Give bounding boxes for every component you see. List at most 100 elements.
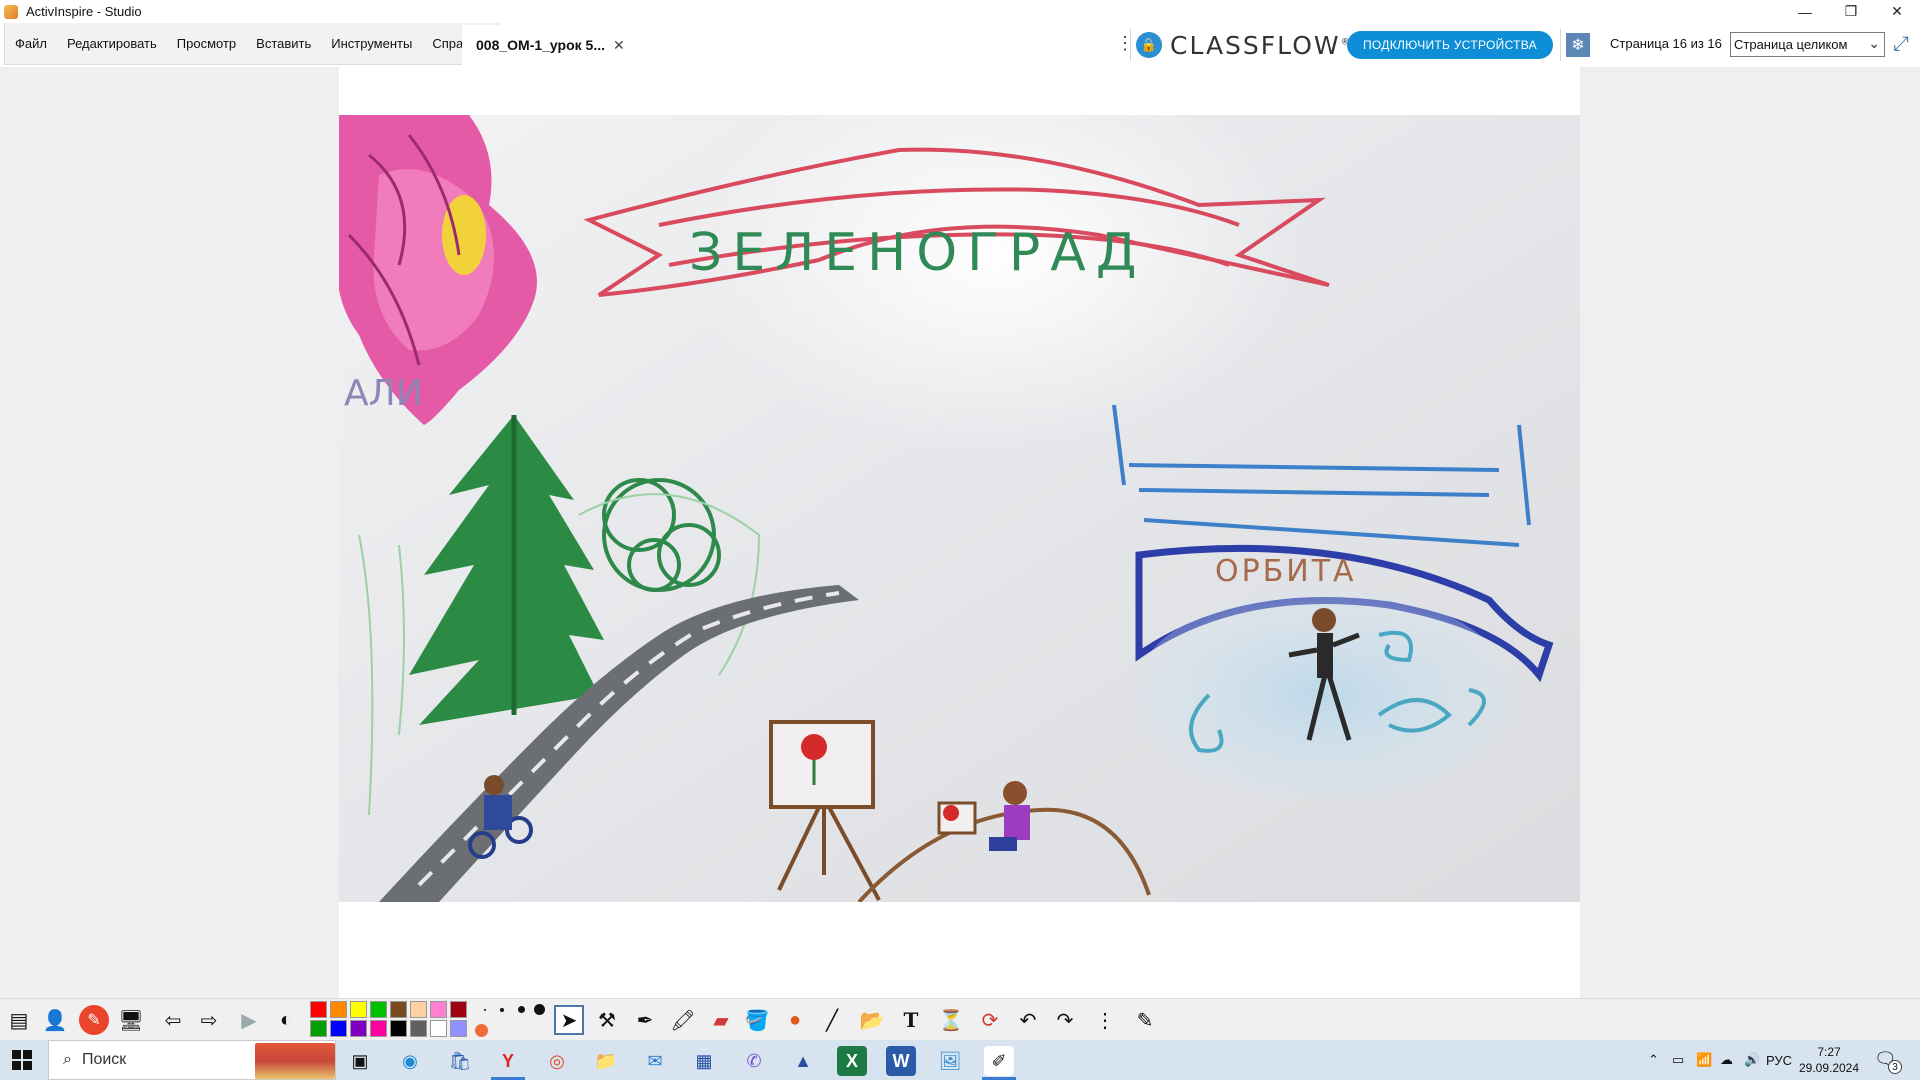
select-tool-icon[interactable]: ➤ [554, 1005, 584, 1035]
word-icon[interactable]: W [886, 1046, 916, 1076]
chrome-icon[interactable]: ◎ [542, 1046, 572, 1076]
color-swatch[interactable] [450, 1001, 467, 1018]
taskbar-search-input[interactable]: ⌕ Поиск [48, 1040, 336, 1080]
windows-start-icon[interactable] [12, 1050, 32, 1070]
next-page-icon[interactable]: ⇨ [194, 1005, 224, 1035]
mail-icon[interactable]: ✉ [640, 1046, 670, 1076]
eraser-icon[interactable]: ▰ [706, 1005, 736, 1035]
tools-icon[interactable]: ⚒ [592, 1005, 622, 1035]
banner-text: ЗЕЛЕНОГРАД [689, 223, 1146, 283]
zoom-select-value: Страница целиком [1734, 37, 1848, 52]
window-title: ActivInspire - Studio [26, 4, 142, 19]
fill-icon[interactable]: 🪣 [742, 1005, 772, 1035]
windows-taskbar: ⌕ Поиск ▣ ◉ 🛍 Y ◎ 📁 ✉ ▦ ✆ ▲ X W 🖼 ✐ ⌃ ▭ … [0, 1040, 1920, 1080]
color-swatch[interactable] [370, 1001, 387, 1018]
toolbox-more-icon[interactable]: ⋮ [1090, 1005, 1120, 1035]
volume-icon[interactable]: 🔊 [1744, 1040, 1760, 1080]
resource-folder-icon[interactable]: 📂 [857, 1005, 887, 1035]
color-swatch[interactable] [310, 1001, 327, 1018]
pen-tool-icon[interactable]: ✎ [79, 1005, 109, 1035]
edge-browser-icon[interactable]: ◉ [395, 1046, 425, 1076]
color-swatch[interactable] [430, 1020, 447, 1037]
activinspire-taskbar-icon[interactable]: ▲ [788, 1046, 818, 1076]
device-icon[interactable]: ▭ [1672, 1040, 1684, 1080]
menu-tools[interactable]: Инструменты [321, 36, 422, 51]
viber-icon[interactable]: ✆ [739, 1046, 769, 1076]
color-swatch[interactable] [350, 1020, 367, 1037]
play-icon[interactable]: ▶ [234, 1005, 264, 1035]
onedrive-icon[interactable]: ☁ [1720, 1040, 1733, 1080]
close-button[interactable]: ✕ [1874, 0, 1920, 23]
color-swatch[interactable] [330, 1001, 347, 1018]
previous-page-icon[interactable]: ⇦ [158, 1005, 188, 1035]
reset-page-icon[interactable]: ⟳ [975, 1005, 1005, 1035]
activinspire-studio-icon[interactable]: ✐ [984, 1046, 1014, 1076]
language-indicator[interactable]: РУС [1766, 1040, 1792, 1080]
store-icon[interactable]: 🛍 [445, 1046, 475, 1076]
main-toolbox: ▤ 👤 ✎ 🖥 ⇦ ⇨ ▶ ◐ ➤ ⚒ ✒ 🖍 ▰ 🪣 ● ╱ 📂 T ⏳ ⟳ … [0, 998, 1920, 1040]
page-indicator: Страница 16 из 16 [1610, 36, 1722, 51]
color-swatch[interactable] [410, 1020, 427, 1037]
excel-icon[interactable]: X [837, 1046, 867, 1076]
photos-icon[interactable]: 🖼 [935, 1046, 965, 1076]
pen-size-xlarge-icon[interactable] [534, 1004, 545, 1015]
width-slider-handle[interactable] [475, 1024, 488, 1037]
document-tab[interactable]: 008_ОМ-1_урок 5... ✕ [462, 25, 639, 65]
profile-icon[interactable]: 👤 [40, 1005, 70, 1035]
children-drawing-photo: ЗЕЛЕНОГРАД АЛИ ОРБИТА [339, 115, 1580, 902]
browser-icon[interactable]: 🖥 [116, 1005, 146, 1035]
menu-edit[interactable]: Редактировать [57, 36, 167, 51]
search-highlight-image [255, 1043, 335, 1079]
menu-insert[interactable]: Вставить [246, 36, 321, 51]
color-swatch[interactable] [370, 1020, 387, 1037]
shape-icon[interactable]: ● [780, 1005, 810, 1035]
freeze-icon[interactable]: ❄ [1566, 33, 1590, 57]
wifi-icon[interactable]: 📶 [1696, 1040, 1712, 1080]
file-explorer-icon[interactable]: 📁 [591, 1046, 621, 1076]
painted-flower-drawing [801, 734, 827, 760]
customize-toolbox-icon[interactable]: ✎ [1130, 1005, 1160, 1035]
fullscreen-icon[interactable]: ⤢ [1893, 33, 1909, 56]
minimize-button[interactable]: — [1782, 0, 1828, 23]
clock-date: 29.09.2024 [1798, 1061, 1860, 1075]
more-options-icon[interactable]: ⋮ [1116, 33, 1134, 54]
pen-size-small-icon[interactable] [484, 1009, 486, 1011]
system-clock[interactable]: 7:27 29.09.2024 [1794, 1044, 1864, 1076]
color-swatch[interactable] [450, 1020, 467, 1037]
zoom-select[interactable]: Страница целиком ⌄ [1730, 32, 1885, 57]
color-swatch[interactable] [390, 1020, 407, 1037]
tab-close-icon[interactable]: ✕ [613, 37, 625, 54]
color-swatch[interactable] [410, 1001, 427, 1018]
color-swatch[interactable] [350, 1001, 367, 1018]
show-hidden-icons[interactable]: ⌃ [1648, 1040, 1659, 1080]
calendar-app-icon[interactable]: ▦ [689, 1046, 719, 1076]
flipchart-page[interactable]: ЗЕЛЕНОГРАД АЛИ ОРБИТА [339, 67, 1580, 998]
workspace: ЗЕЛЕНОГРАД АЛИ ОРБИТА [0, 67, 1920, 998]
main-menu-icon[interactable]: ▤ [4, 1005, 34, 1035]
pen-size-medium-icon[interactable] [500, 1008, 504, 1012]
color-swatch[interactable] [390, 1001, 407, 1018]
search-icon: ⌕ [63, 1051, 72, 1068]
color-swatch[interactable] [430, 1001, 447, 1018]
notification-count-badge: 3 [1888, 1060, 1902, 1074]
connector-icon[interactable]: ╱ [817, 1005, 847, 1035]
restore-button[interactable]: ❐ [1828, 0, 1874, 23]
menu-file[interactable]: Файл [5, 36, 57, 51]
redo-icon[interactable]: ↷ [1050, 1005, 1080, 1035]
task-view-icon[interactable]: ▣ [345, 1046, 375, 1076]
color-swatch[interactable] [310, 1020, 327, 1037]
corner-text: АЛИ [344, 373, 423, 414]
yandex-browser-icon[interactable]: Y [493, 1046, 523, 1076]
clear-icon[interactable]: ⏳ [936, 1005, 966, 1035]
activity-icon[interactable]: ◐ [271, 1005, 301, 1035]
undo-icon[interactable]: ↶ [1013, 1005, 1043, 1035]
pen-size-large-icon[interactable] [518, 1006, 525, 1013]
classflow-lock-icon[interactable]: 🔒 [1136, 32, 1162, 58]
toolbar-divider [1560, 29, 1561, 61]
connect-devices-button[interactable]: ПОДКЛЮЧИТЬ УСТРОЙСТВА [1347, 31, 1553, 59]
color-swatch[interactable] [330, 1020, 347, 1037]
pen-icon[interactable]: ✒ [630, 1005, 660, 1035]
text-tool-icon[interactable]: T [896, 1005, 926, 1035]
highlighter-icon[interactable]: 🖍 [668, 1005, 698, 1035]
menu-view[interactable]: Просмотр [167, 36, 246, 51]
